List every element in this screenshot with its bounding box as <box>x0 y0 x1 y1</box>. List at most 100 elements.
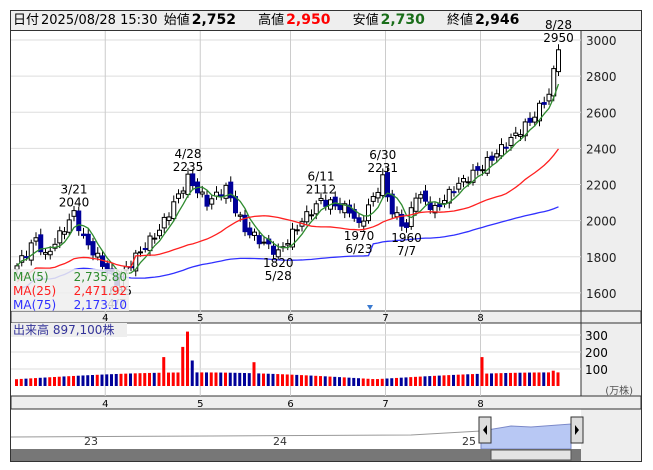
annotation-date: 6/23 <box>346 242 373 256</box>
annotation-date: 5/28 <box>265 269 292 283</box>
volume-bar <box>48 377 52 386</box>
legend-value: 2,173.10 <box>74 298 127 312</box>
volume-bar <box>257 373 261 386</box>
volume-bar <box>176 372 180 386</box>
volume-bar <box>24 378 28 386</box>
volume-bar <box>81 375 85 386</box>
volume-bar <box>247 373 251 386</box>
candle-body <box>190 173 196 187</box>
volume-bar <box>300 375 303 386</box>
y-tick-label: 2200 <box>586 179 617 193</box>
candle-body <box>237 214 243 217</box>
candle-body <box>389 193 395 215</box>
candle-body <box>43 252 48 255</box>
volume-bar <box>409 377 413 386</box>
volume-bar <box>290 374 294 386</box>
volume-bar <box>542 372 546 386</box>
volume-bar <box>209 372 213 386</box>
volume-bar <box>509 372 512 386</box>
volume-month-label: 8 <box>477 399 483 410</box>
volume-bar <box>252 362 256 386</box>
volume-bar <box>190 360 194 386</box>
candle-body <box>518 134 523 137</box>
volume-bar <box>456 374 460 386</box>
candle-body <box>66 219 72 233</box>
volume-bar <box>323 376 327 386</box>
annotation-price: 2235 <box>173 160 204 174</box>
legend-label: MA(25) <box>13 284 56 298</box>
volume-bar <box>414 376 417 386</box>
annotation-date: 6/11 <box>308 169 335 183</box>
volume-bar <box>404 377 408 386</box>
volume-bar <box>518 372 522 386</box>
volume-bar <box>29 378 33 386</box>
candle-body <box>171 201 177 220</box>
volume-bar <box>371 379 375 386</box>
volume-bar <box>100 374 104 386</box>
volume-bar <box>157 372 161 386</box>
annotation-price: 1960 <box>391 231 422 245</box>
volume-bar <box>437 375 441 386</box>
candle-body <box>418 194 424 199</box>
volume-bar <box>200 372 204 386</box>
volume-unit-label: (万株) <box>605 384 633 397</box>
candle-body <box>261 241 267 244</box>
candle-body <box>494 153 500 158</box>
candle-body <box>489 155 495 161</box>
annotation-price: 2950 <box>543 31 574 45</box>
volume-bar <box>333 376 337 386</box>
volume-month-label: 7 <box>382 399 388 410</box>
month-label: 6 <box>287 313 293 324</box>
month-label: 7 <box>382 313 388 324</box>
candle-body <box>556 49 561 73</box>
candle-body <box>209 198 215 205</box>
candle-body <box>442 200 447 205</box>
candle-body <box>180 190 186 194</box>
candle-body <box>28 242 34 261</box>
volume-bar <box>490 373 493 386</box>
volume-bar <box>480 357 484 386</box>
volume-tick-label: 300 <box>585 329 608 343</box>
volume-bar <box>352 377 356 386</box>
candle-body <box>81 233 86 237</box>
candle-body <box>285 243 291 246</box>
volume-bar <box>43 377 47 386</box>
candle-body <box>456 182 462 190</box>
volume-bar <box>91 375 94 386</box>
candle-body <box>199 191 205 195</box>
volume-bar <box>186 331 189 386</box>
volume-bar <box>385 378 389 386</box>
volume-bar <box>171 372 175 386</box>
volume-bar <box>57 376 61 386</box>
candle-body <box>85 233 91 246</box>
volume-month-label: 4 <box>102 399 108 410</box>
candle-body <box>532 116 538 123</box>
candle-body <box>176 193 181 199</box>
volume-bar <box>319 376 322 386</box>
volume-bar <box>195 372 199 386</box>
navigator-label: 24 <box>273 435 287 448</box>
candle-body <box>527 117 533 123</box>
volume-bar <box>95 374 99 386</box>
annotation-price: 2112 <box>306 182 337 196</box>
candle-body <box>356 217 362 224</box>
month-label: 5 <box>197 313 203 324</box>
volume-bar <box>133 373 137 386</box>
volume-bar <box>224 372 227 386</box>
annotation-price: 1970 <box>344 229 375 243</box>
volume-bar <box>214 372 218 386</box>
chart-canvas[interactable]: 3000280026002400220020001800160044556677… <box>11 11 641 461</box>
candle-body <box>380 174 386 197</box>
volume-bar <box>466 374 470 386</box>
candle-body <box>304 211 310 223</box>
candle-body <box>451 191 457 194</box>
annotation-price: 1820 <box>263 256 294 270</box>
volume-bar <box>314 375 318 386</box>
candle-body <box>14 265 20 270</box>
y-tick-label: 2400 <box>586 142 617 156</box>
annotation-date: 3/21 <box>61 182 88 196</box>
volume-bar <box>304 375 308 386</box>
volume-bar <box>447 375 451 386</box>
volume-bar <box>390 378 394 386</box>
candle-body <box>256 235 262 245</box>
